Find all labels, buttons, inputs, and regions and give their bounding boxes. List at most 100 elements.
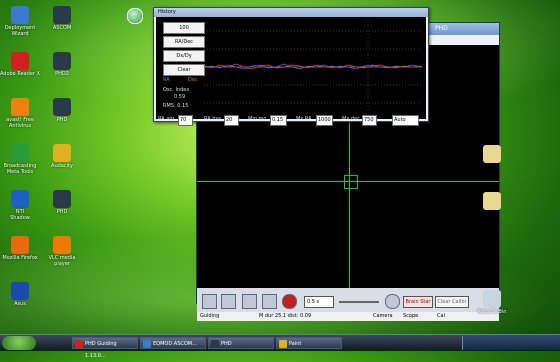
taskbar-item-label: PHD [221, 341, 232, 347]
dicon-3[interactable]: PHD [40, 98, 84, 123]
max-dec-select[interactable]: 750 [362, 115, 377, 126]
dicon-adobe-reader-label: Adobe Reader X [0, 71, 41, 77]
guide-star-box [344, 175, 358, 189]
taskbar-app-icon [75, 340, 83, 348]
history-dxdy-button[interactable]: Dx/Dy [163, 50, 205, 62]
clear-calibration-button[interactable]: Clear Calibr [435, 296, 469, 308]
dicon-folder-2-icon [483, 192, 501, 210]
brain-star-button[interactable]: Brain Star [403, 296, 433, 308]
min-mo-select[interactable]: 0.15 [270, 115, 287, 126]
dicon-nti-icon [11, 190, 29, 208]
taskbar: PHD Guiding 1.13.0... EQMOD ASCOM... PHD Pa… [0, 334, 560, 359]
dicon-asus[interactable]: Asus [0, 282, 42, 307]
dicon-asus-icon [11, 282, 29, 300]
dicon-nti-label: NTI Shadow [10, 209, 30, 221]
status-star-info: M dur 25.1 dist: 0.09 [259, 313, 312, 319]
dicon-2[interactable]: PHD2 [40, 52, 84, 77]
system-tray [462, 336, 560, 350]
history-body: 100 RA/Dec Dx/Dy Clear RA Dec Osc. Index… [156, 17, 426, 126]
history-window: History 100 RA/Dec Dx/Dy Clear RA Dec Os… [153, 7, 429, 126]
taskbar-item[interactable]: EQMOD ASCOM... [140, 337, 206, 349]
max-dec-label: Mx dec [342, 116, 360, 122]
ra-agr-select[interactable]: 70 [178, 115, 193, 126]
history-radec-button[interactable]: RA/Dec [163, 36, 205, 48]
exposure-select[interactable]: 0.5 s [304, 296, 334, 308]
dicon-3-icon [53, 98, 71, 116]
phd-statusbar: Guiding M dur 25.1 dist: 0.09 Camera Sco… [197, 312, 499, 321]
dicon-nti[interactable]: NTI Shadow [0, 190, 42, 221]
history-100-button[interactable]: 100 [163, 22, 205, 34]
dicon-avast-icon [11, 98, 29, 116]
max-ra-label: Mx RA [296, 116, 312, 122]
dicon-recycle-bin-label: Recycle Bin [477, 309, 507, 315]
taskbar-item[interactable]: PHD Guiding 1.13.0... [72, 337, 138, 359]
status-scope: Scope [403, 313, 419, 319]
dicon-1-label: ASCOM [52, 25, 72, 31]
dicon-broadcasting[interactable]: Broadcasting Meta Tools [0, 144, 42, 175]
phd-toolbar: 0.5 s Brain Star Clear Calibr [197, 288, 499, 312]
stop-button[interactable] [282, 294, 297, 309]
start-button[interactable] [2, 336, 36, 350]
max-ra-select[interactable]: 1000 [316, 115, 333, 126]
dicon-deployment-wizard[interactable]: Deployment Wizard [0, 6, 42, 37]
dicon-folder-2[interactable] [470, 192, 514, 210]
ie-icon[interactable] [127, 8, 143, 24]
taskbar-app-icon [143, 340, 151, 348]
dicon-folder-1[interactable] [470, 145, 514, 163]
guide-button[interactable] [262, 294, 277, 309]
history-title: History [158, 9, 176, 15]
dicon-adobe-reader[interactable]: Adobe Reader X [0, 52, 42, 77]
dicon-5[interactable]: PHD [40, 190, 84, 215]
dicon-firefox-icon [11, 236, 29, 254]
taskbar-app-icon [279, 340, 287, 348]
taskbar-item[interactable]: Paint [276, 337, 342, 349]
taskbar-app-icon [211, 340, 219, 348]
camera-connect-button[interactable] [202, 294, 217, 309]
status-camera: Camera [373, 313, 393, 319]
settings-button[interactable] [385, 294, 400, 309]
dicon-broadcasting-icon [11, 144, 29, 162]
dicon-recycle-bin-icon [483, 290, 501, 308]
dicon-folder-1-icon [483, 145, 501, 163]
dicon-recycle-bin[interactable]: Recycle Bin [470, 290, 514, 315]
ra-agr-label: RA agr [158, 116, 175, 122]
dicon-2-icon [53, 52, 71, 70]
legend-dec: Dec [188, 77, 198, 83]
dicon-broadcasting-label: Broadcasting Meta Tools [3, 163, 37, 175]
dicon-1-icon [53, 6, 71, 24]
taskbar-item[interactable]: PHD [208, 337, 274, 349]
history-graph [204, 19, 422, 111]
ra-hys-label: RA hys [204, 116, 222, 122]
dicon-3-label: PHD [56, 117, 68, 123]
gamma-slider[interactable] [339, 301, 379, 303]
dicon-audacity-icon [53, 144, 71, 162]
history-titlebar[interactable]: History [154, 8, 428, 17]
dicon-1[interactable]: ASCOM [40, 6, 84, 31]
dec-mode-select[interactable]: Auto [392, 115, 419, 126]
min-mo-label: Min mo [248, 116, 267, 122]
dicon-vlc-icon [53, 236, 71, 254]
rms-label: RMS: 0.15 [163, 103, 189, 109]
ra-hys-select[interactable]: 20 [224, 115, 239, 126]
osc-index-value: 0.59 [174, 94, 186, 100]
dicon-adobe-reader-icon [11, 52, 29, 70]
dicon-asus-label: Asus [14, 301, 26, 307]
history-clear-button[interactable]: Clear [163, 64, 205, 76]
dicon-5-icon [53, 190, 71, 208]
dicon-firefox-label: Mozilla Firefox [2, 255, 38, 261]
dicon-deployment-wizard-label: Deployment Wizard [4, 25, 36, 37]
dicon-firefox[interactable]: Mozilla Firefox [0, 236, 42, 261]
dicon-vlc[interactable]: VLC media player [40, 236, 84, 267]
dicon-5-label: PHD [56, 209, 68, 215]
dicon-audacity[interactable]: Audacity [40, 144, 84, 169]
taskbar-item-label: Paint [289, 341, 302, 347]
phd-title: PHD [435, 25, 448, 32]
legend-ra: RA [163, 77, 170, 83]
dicon-avast[interactable]: avast! Free Antivirus [0, 98, 42, 129]
dicon-vlc-label: VLC media player [48, 255, 76, 267]
dec-trace [204, 63, 422, 70]
dicon-audacity-label: Audacity [51, 163, 73, 169]
loop-button[interactable] [242, 294, 257, 309]
taskbar-item-label: EQMOD ASCOM... [153, 341, 197, 347]
scope-connect-button[interactable] [221, 294, 236, 309]
